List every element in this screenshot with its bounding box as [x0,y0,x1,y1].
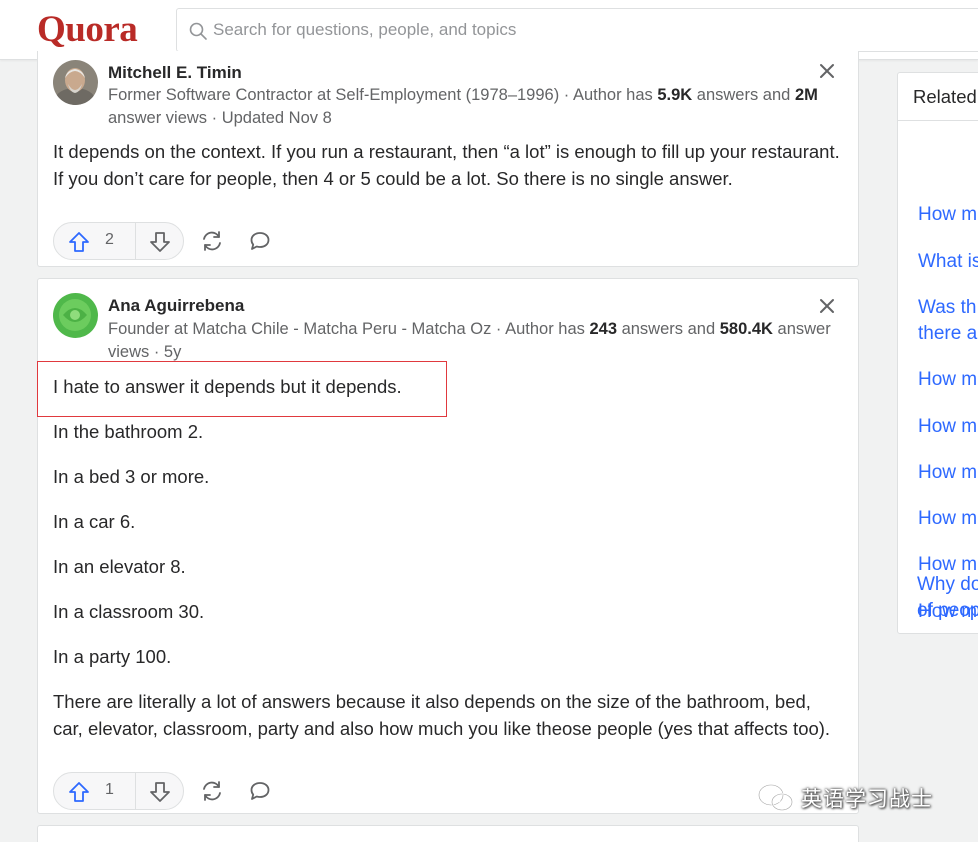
avatar[interactable] [53,60,98,105]
author-credential: Former Software Contractor at Self-Emplo… [108,84,838,130]
vote-buttons: 2 [53,222,184,260]
avatar[interactable] [53,293,98,338]
answer-card: Ana Aguirrebena Founder at Matcha Chile … [37,278,859,814]
upvote-button[interactable]: 2 [54,223,136,259]
share-icon[interactable] [200,229,224,253]
related-question-link[interactable]: What is [918,249,978,275]
answer-paragraph: I hate to answer it depends but it depen… [53,376,402,397]
close-icon[interactable] [818,62,836,80]
link-text: How m [918,204,978,225]
related-question-link[interactable]: How m [918,506,978,532]
views-count: 2M [794,86,818,104]
share-icon[interactable] [200,779,224,803]
upvote-button[interactable]: 1 [54,773,136,809]
upvote-count: 2 [105,231,114,248]
link-text: there a [918,323,978,344]
divider [898,120,978,121]
related-questions-panel: Related How m What is Was th there a How … [897,72,978,634]
answer-card [37,825,859,842]
credential-text: answers and [692,86,795,104]
views-count: 580.4K [719,320,773,338]
credential-text: answers and [617,320,720,338]
link-text: How m [918,508,978,529]
link-text: How m [918,416,978,437]
comment-icon[interactable] [248,229,272,253]
downvote-icon [150,232,170,252]
watermark-text: 英语学习战士 [801,787,933,811]
answer-paragraph: In a car 6. [53,511,136,532]
answer-paragraph: There are literally a lot of answers bec… [53,691,831,739]
downvote-button[interactable] [137,223,183,259]
author-name[interactable]: Mitchell E. Timin [108,63,242,83]
link-text: of peop [917,600,978,621]
credential-text: Founder at Matcha Chile - Matcha Peru - … [108,320,590,338]
comment-icon[interactable] [248,779,272,803]
answer-paragraph: In a bed 3 or more. [53,466,210,487]
related-question-link[interactable]: Why do of peop [917,572,978,624]
related-question-link[interactable]: Was th there a [918,295,978,347]
author-name[interactable]: Ana Aguirrebena [108,296,244,316]
answer-paragraph: In a party 100. [53,646,172,667]
related-title: Related [913,86,977,107]
wechat-icon [758,784,793,811]
answers-count: 243 [589,320,617,338]
link-text: How m [918,369,978,390]
link-text: Why do [917,574,978,595]
answer-body: It depends on the context. If you run a … [53,139,843,192]
upvote-icon [69,782,89,802]
answer-paragraph: It depends on the context. If you run a … [53,141,840,189]
quora-logo[interactable]: Quora [37,8,138,51]
upvote-count: 1 [105,781,114,798]
answer-card: Mitchell E. Timin Former Software Contra… [37,51,859,267]
link-text: Was th [918,297,977,318]
link-text: What is [918,251,978,272]
author-credential: Founder at Matcha Chile - Matcha Peru - … [108,318,838,364]
downvote-button[interactable] [137,773,183,809]
vote-buttons: 1 [53,772,184,810]
credential-text: Former Software Contractor at Self-Emplo… [108,86,658,104]
related-question-link[interactable]: How m [918,414,978,440]
answer-paragraph: In an elevator 8. [53,556,186,577]
upvote-icon [69,232,89,252]
answer-body: I hate to answer it depends but it depen… [53,374,843,742]
wechat-watermark: 英语学习战士 [757,780,933,816]
close-icon[interactable] [818,297,836,315]
downvote-icon [150,782,170,802]
related-question-link[interactable]: How m [918,367,978,393]
credential-text: answer views · Updated Nov 8 [108,109,332,127]
answers-count: 5.9K [657,86,693,104]
answer-paragraph: In the bathroom 2. [53,421,204,442]
link-text: How m [918,462,978,483]
search-input[interactable] [213,9,813,51]
search-icon [189,22,207,40]
related-question-link[interactable]: How m [918,460,978,486]
related-question-link[interactable]: How m [918,202,978,228]
search-bar[interactable] [176,8,978,52]
answer-paragraph: In a classroom 30. [53,601,205,622]
